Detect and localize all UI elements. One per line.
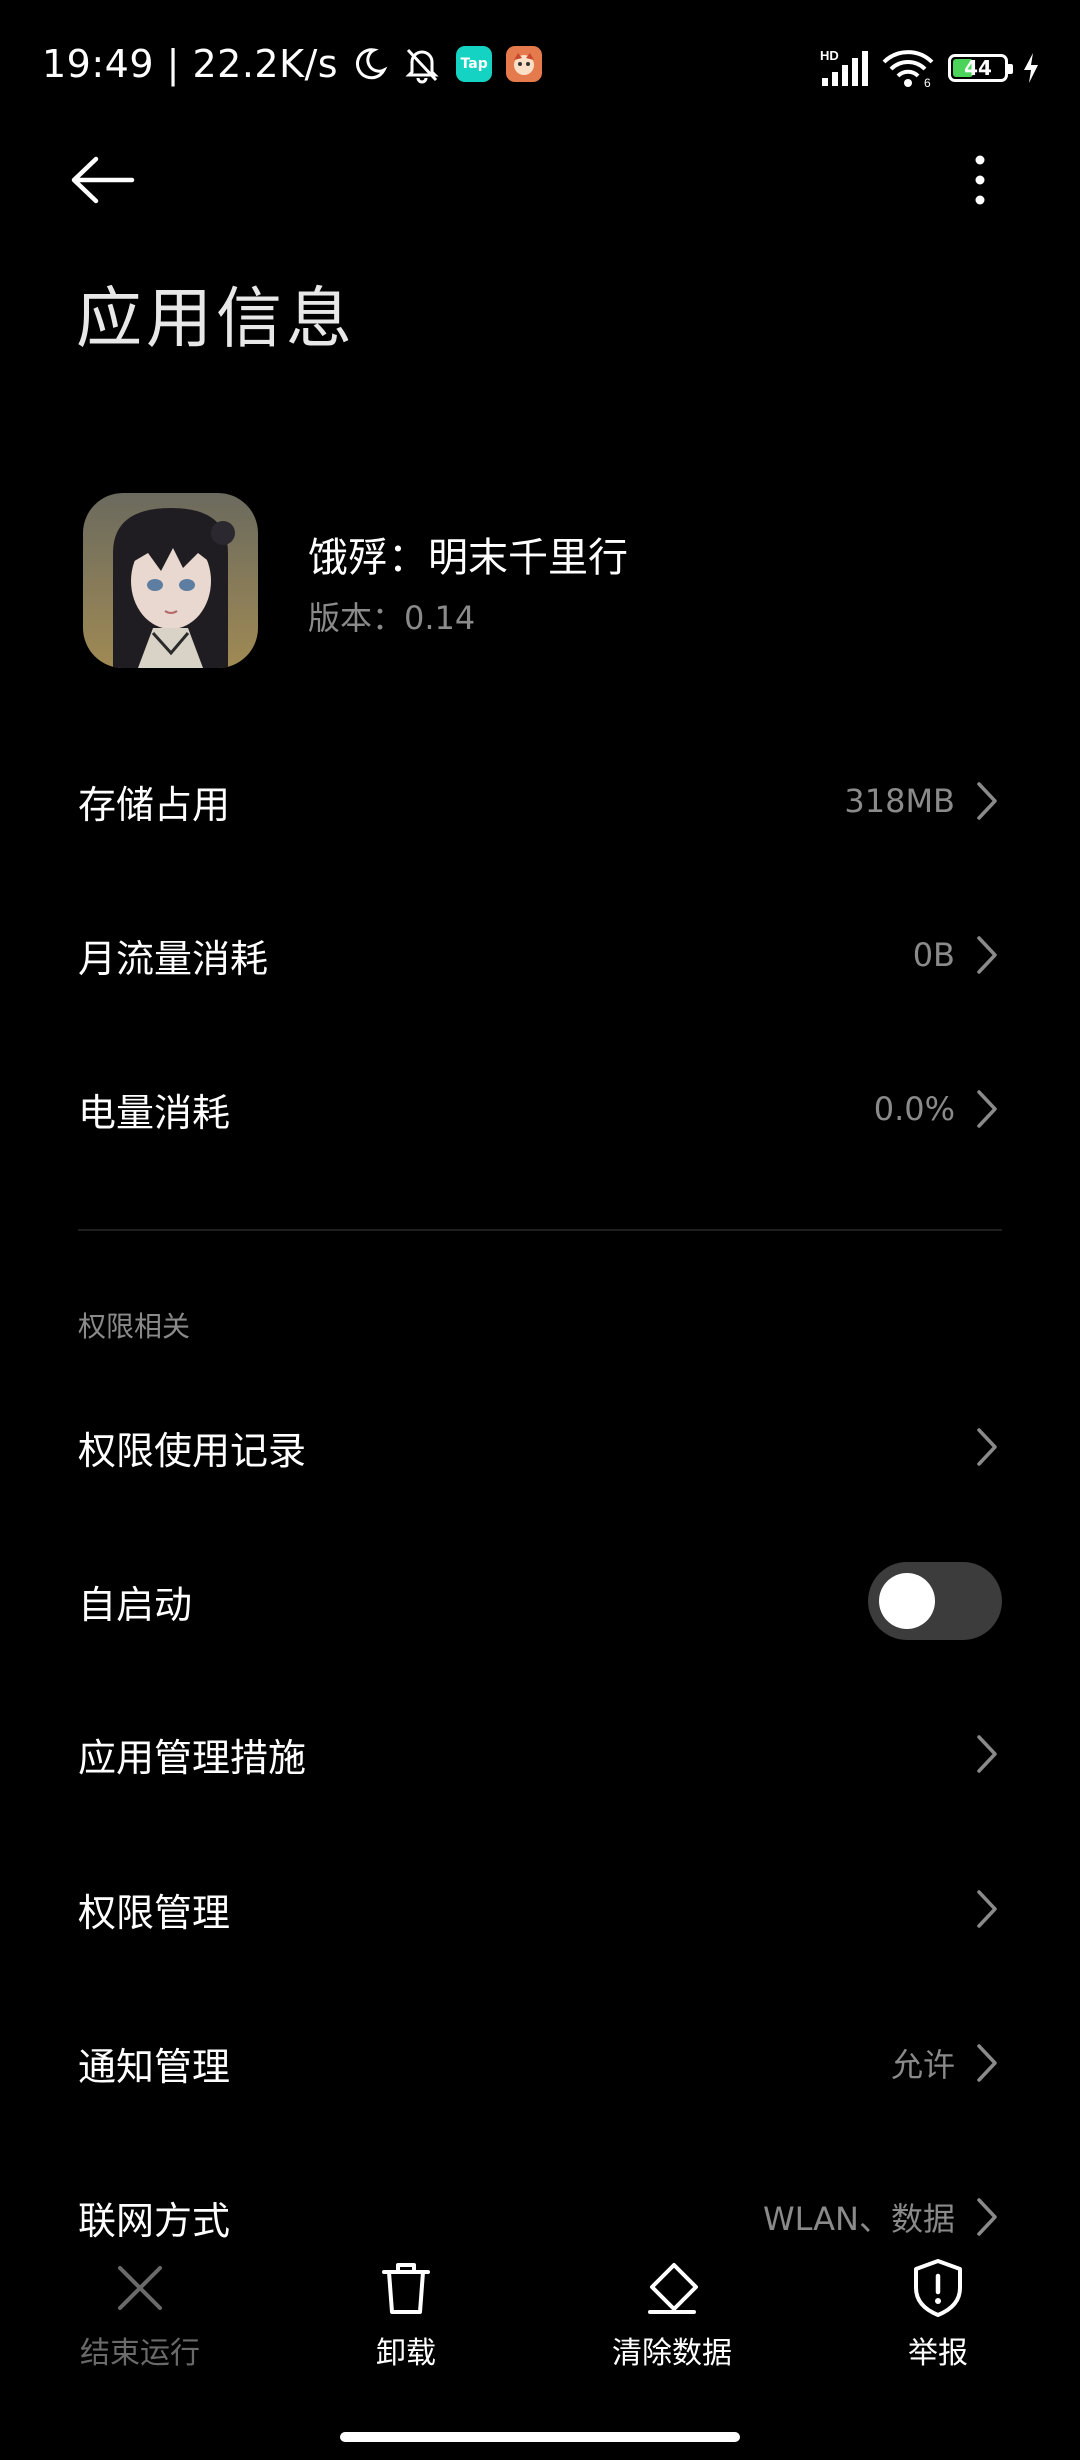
- back-button[interactable]: [70, 145, 150, 215]
- clear-data-button[interactable]: 清除数据: [572, 2258, 772, 2372]
- chevron-right-icon: [972, 1425, 1002, 1469]
- status-time-speed: 19:49 | 22.2K/s: [42, 42, 339, 86]
- autostart-toggle[interactable]: [868, 1562, 1002, 1640]
- notification-management-row[interactable]: 通知管理 允许: [0, 1988, 1080, 2138]
- chevron-right-icon: [972, 1887, 1002, 1931]
- chevron-right-icon: [972, 1087, 1002, 1131]
- chevron-right-icon: [972, 2195, 1002, 2239]
- eraser-icon: [642, 2258, 702, 2318]
- data-usage-value: 0B: [912, 936, 955, 974]
- chevron-right-icon: [972, 2041, 1002, 2085]
- chevron-right-icon: [972, 779, 1002, 823]
- storage-label: 存储占用: [78, 782, 231, 827]
- notification-management-label: 通知管理: [78, 2044, 231, 2089]
- permissions-section-label: 权限相关: [78, 1310, 191, 1343]
- status-bar: 19:49 | 22.2K/s Tap HD 6 44: [0, 0, 1080, 135]
- uninstall-button[interactable]: 卸载: [306, 2258, 506, 2372]
- force-stop-label: 结束运行: [80, 2336, 200, 2371]
- permission-usage-record-row[interactable]: 权限使用记录: [0, 1372, 1080, 1522]
- section-divider: [78, 1229, 1002, 1231]
- storage-row[interactable]: 存储占用 318MB: [0, 726, 1080, 876]
- battery-usage-row[interactable]: 电量消耗 0.0%: [0, 1034, 1080, 1184]
- signal-icon: HD: [818, 48, 868, 88]
- moon-icon: [352, 46, 388, 82]
- uninstall-label: 卸载: [376, 2336, 436, 2371]
- report-label: 举报: [908, 2336, 968, 2371]
- status-bar-right: HD 6 44: [818, 48, 1040, 88]
- data-usage-row[interactable]: 月流量消耗 0B: [0, 880, 1080, 1030]
- toggle-knob: [879, 1573, 935, 1629]
- storage-value: 318MB: [844, 782, 955, 820]
- network-mode-value: WLAN、数据: [762, 2200, 955, 2238]
- force-stop-button[interactable]: 结束运行: [40, 2258, 240, 2372]
- permission-management-row[interactable]: 权限管理: [0, 1834, 1080, 1984]
- autostart-row: 自启动: [0, 1526, 1080, 1676]
- charging-icon: [1022, 52, 1040, 84]
- battery-level: 44: [964, 56, 992, 80]
- more-vertical-icon: [975, 155, 985, 205]
- home-indicator[interactable]: [340, 2432, 740, 2442]
- chevron-right-icon: [972, 933, 1002, 977]
- app-management-row[interactable]: 应用管理措施: [0, 1679, 1080, 1829]
- wifi-icon: 6: [882, 48, 934, 88]
- autostart-label: 自启动: [78, 1582, 193, 1627]
- page-title: 应用信息: [76, 280, 356, 357]
- app-name: 饿殍：明末千里行: [308, 535, 628, 581]
- permission-usage-record-label: 权限使用记录: [78, 1428, 307, 1473]
- app-version: 版本：0.14: [308, 599, 476, 637]
- app-icon: [83, 493, 258, 668]
- chevron-right-icon: [972, 1732, 1002, 1776]
- bottom-action-bar: 结束运行 卸载 清除数据 举报: [0, 2240, 1080, 2390]
- network-mode-label: 联网方式: [78, 2198, 231, 2243]
- status-bar-left: 19:49 | 22.2K/s Tap: [42, 42, 543, 86]
- bell-off-icon: [402, 44, 442, 84]
- battery-icon: 44: [948, 54, 1013, 82]
- close-icon: [110, 2258, 170, 2318]
- battery-usage-value: 0.0%: [873, 1090, 955, 1128]
- more-options-button[interactable]: [960, 140, 1000, 220]
- wifi-6-label: 6: [924, 76, 931, 88]
- report-button[interactable]: 举报: [838, 2258, 1038, 2372]
- notification-management-value: 允许: [890, 2046, 955, 2084]
- permission-management-label: 权限管理: [78, 1890, 231, 1935]
- hd-label: HD: [820, 48, 839, 63]
- back-arrow-icon: [71, 156, 135, 204]
- trash-icon: [376, 2258, 436, 2318]
- taptap-icon: Tap: [456, 46, 493, 82]
- battery-usage-label: 电量消耗: [78, 1090, 231, 1135]
- data-usage-label: 月流量消耗: [78, 936, 269, 981]
- app-management-label: 应用管理措施: [78, 1735, 307, 1780]
- shield-alert-icon: [908, 2258, 968, 2318]
- clear-data-label: 清除数据: [612, 2336, 732, 2371]
- app-notification-icon: [506, 46, 543, 82]
